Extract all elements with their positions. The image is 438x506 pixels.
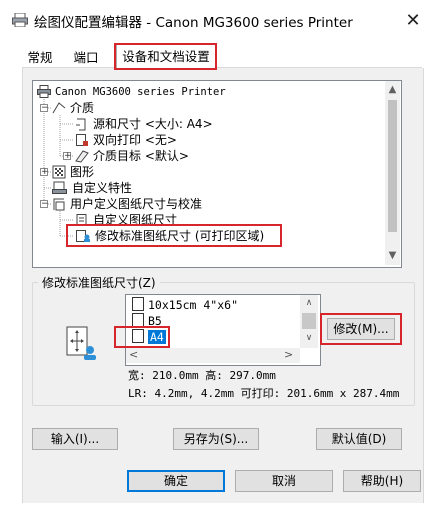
expand-icon[interactable]: + [40,168,49,177]
paper-icon [132,313,144,327]
highlight-tree-item-box [66,224,282,247]
scroll-down-icon[interactable]: ∨ [302,333,316,343]
media-destination-icon [75,150,89,163]
title-bar: 绘图仪配置编辑器 - Canon MG3600 series Printer ✕ [0,0,438,40]
ok-button[interactable]: 确定 [127,470,225,492]
collapse-icon[interactable]: − [40,200,49,209]
scroll-right-icon[interactable]: > [284,348,293,361]
paper-size-icon [53,198,65,211]
collapse-icon[interactable]: − [40,104,49,113]
scroll-up-icon[interactable]: ▲ [386,84,399,96]
help-button[interactable]: 帮助(H) [343,470,421,492]
graphics-icon [52,165,66,179]
scroll-up-icon[interactable]: ∧ [302,298,316,308]
expand-icon[interactable]: + [63,152,72,161]
paper-icon [132,297,144,311]
paper-source-icon [76,118,86,131]
printer-icon [12,13,28,27]
highlight-modify-box [320,313,402,345]
tree-scrollbar-thumb[interactable] [388,100,397,232]
tab-port[interactable]: 端口 [70,48,102,68]
media-icon [52,102,66,114]
defaults-button[interactable]: 默认值(D) [316,428,402,450]
custom-properties-icon [52,181,67,194]
group-title: 修改标准图纸尺寸(Z) [38,274,160,291]
highlight-tab-box [114,43,217,70]
tab-general[interactable]: 常规 [24,48,56,68]
scroll-down-icon[interactable]: ▼ [386,250,399,262]
paper-dimensions: 宽: 210.0mm 高: 297.0mm [128,369,276,382]
list-horizontal-scrollbar[interactable]: < > [126,348,300,363]
close-button[interactable]: ✕ [396,6,430,34]
list-vertical-scrollbar[interactable]: ∧ ∨ [300,295,318,348]
paper-orientation-icon [66,326,96,360]
printer-icon [37,85,51,98]
import-button[interactable]: 输入(I)... [32,428,118,450]
tree-label: Canon MG3600 series Printer [55,86,226,98]
highlight-a4-box [114,326,170,348]
printable-area-info: LR: 4.2mm, 4.2mm 可打印: 201.6mm x 287.4mm [128,387,400,400]
list-item[interactable]: 10x15cm 4"x6" [132,297,238,313]
cancel-button[interactable]: 取消 [235,470,333,492]
scroll-left-icon[interactable]: < [129,348,138,361]
list-scroll-thumb[interactable] [302,313,316,329]
window-title: 绘图仪配置编辑器 - Canon MG3600 series Printer [34,15,353,31]
duplex-icon [76,134,88,146]
save-as-button[interactable]: 另存为(S)... [173,428,259,450]
